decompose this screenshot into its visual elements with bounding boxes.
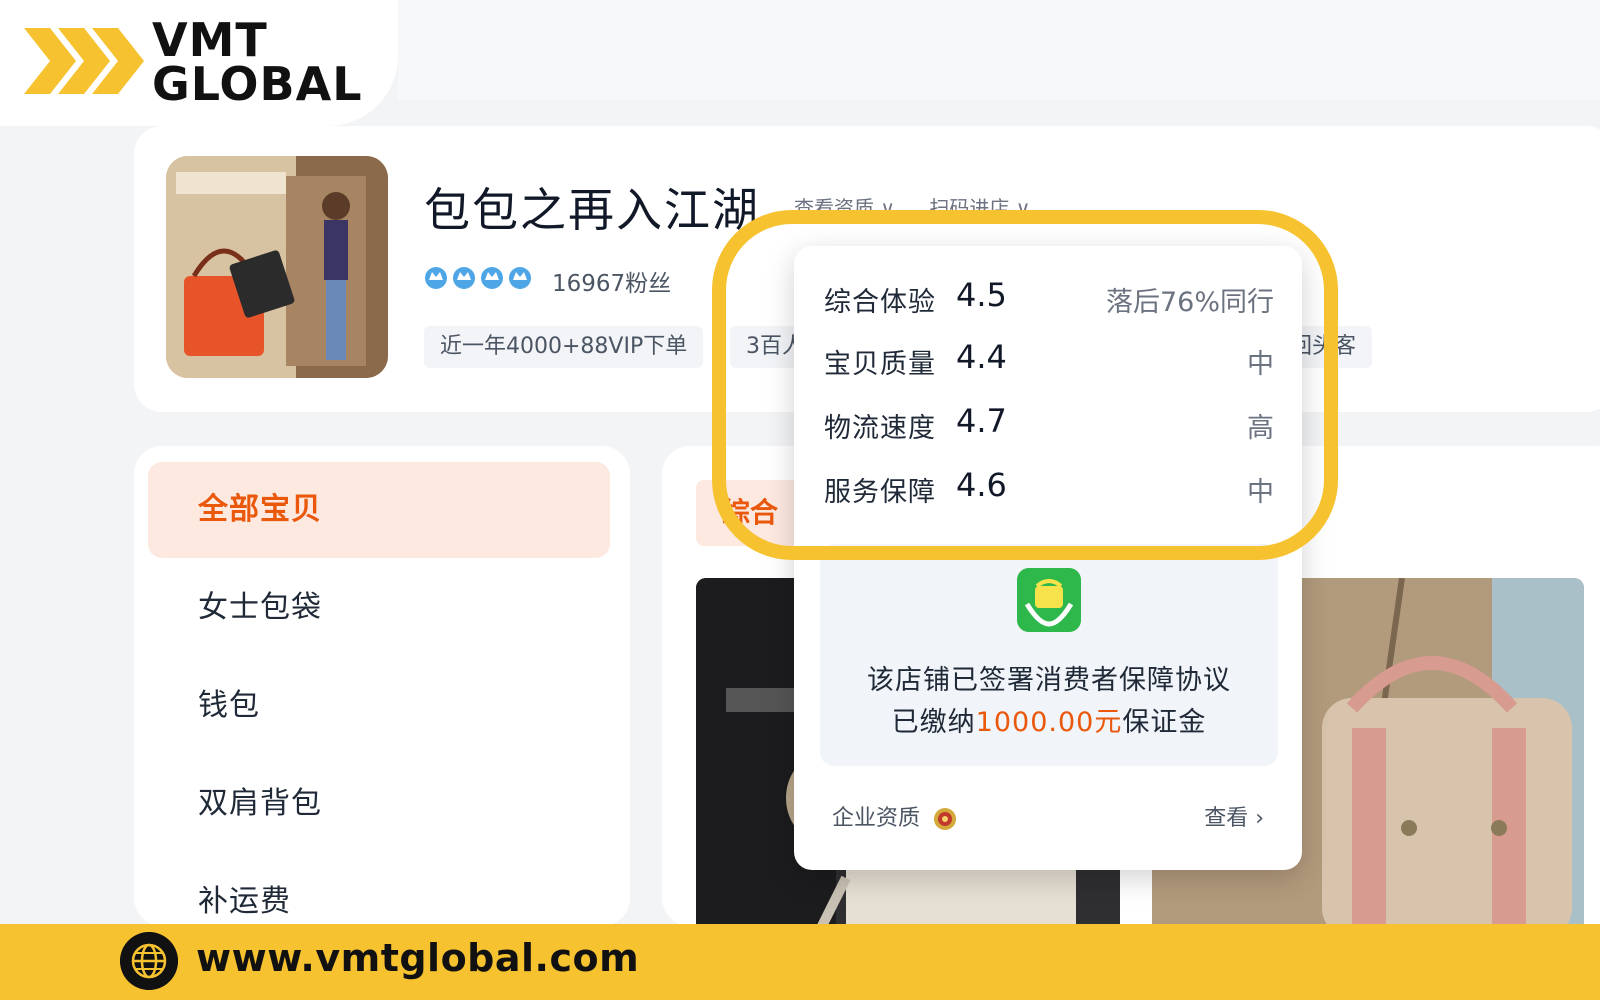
rating-note: 中: [1247, 477, 1274, 508]
crown-icon: [453, 267, 475, 289]
chevrons-logo-icon: [24, 28, 144, 94]
shop-tag: 近一年4000+88VIP下单: [424, 326, 704, 368]
category-item-womens-bags[interactable]: 女士包袋: [148, 560, 610, 656]
rating-label: 宝贝质量: [824, 349, 936, 380]
category-item-wallets[interactable]: 钱包: [148, 658, 610, 754]
enterprise-qualification[interactable]: 企业资质: [832, 800, 957, 832]
rating-value: 4.7: [956, 402, 1007, 440]
brand-logo: VMT GLOBAL: [0, 0, 398, 126]
sort-tab-comprehensive[interactable]: 综合: [696, 480, 806, 546]
deposit-amount: 1000.00元: [975, 707, 1123, 738]
crown-icon: [509, 267, 531, 289]
rating-value: 4.4: [956, 338, 1007, 376]
emblem-badge-icon: [934, 808, 957, 830]
scan-enter-shop-link[interactable]: 扫码进店 ∨: [929, 196, 1030, 220]
qualification-label: 企业资质: [832, 806, 921, 831]
brand-line1: VMT: [152, 13, 268, 67]
rating-label: 物流速度: [824, 413, 936, 444]
crown-icon: [481, 267, 503, 289]
rating-value: 4.6: [956, 466, 1007, 504]
deposit-prefix: 已缴纳: [891, 707, 976, 738]
guarantee-text: 该店铺已签署消费者保障协议: [867, 665, 1231, 696]
shop-avatar[interactable]: [166, 156, 388, 378]
deposit-suffix: 保证金: [1122, 707, 1207, 738]
rating-row-service: 服务保障 4.6 中: [824, 466, 1274, 508]
crown-icon: [425, 267, 447, 289]
consumer-guarantee-box: 该店铺已签署消费者保障协议 已缴纳1000.00元保证金: [820, 544, 1278, 766]
rating-note: 高: [1247, 413, 1274, 444]
category-item-all[interactable]: 全部宝贝: [148, 462, 610, 558]
shop-name: 包包之再入江湖: [424, 183, 760, 237]
view-qualification-link[interactable]: 查看资质 ∨: [794, 196, 895, 220]
rating-note: 落后76%同行: [1105, 287, 1274, 318]
brand-name: VMT GLOBAL: [152, 13, 363, 111]
top-bar-background: [398, 0, 1600, 100]
fans-count: 16967粉丝: [552, 271, 672, 297]
website-url[interactable]: www.vmtglobal.com: [196, 936, 639, 980]
shop-links: 查看资质 ∨ 扫码进店 ∨: [794, 192, 1058, 221]
rating-row-logistics: 物流速度 4.7 高: [824, 402, 1274, 444]
brand-line2: GLOBAL: [152, 57, 363, 111]
shop-level-crowns: [424, 264, 532, 290]
globe-icon: [120, 932, 178, 990]
view-link[interactable]: 查看 ›: [1204, 800, 1264, 832]
rating-label: 综合体验: [824, 287, 936, 318]
shield-bag-icon: [1017, 568, 1081, 632]
rating-row-quality: 宝贝质量 4.4 中: [824, 338, 1274, 380]
rating-row-overall: 综合体验 4.5 落后76%同行: [824, 276, 1274, 318]
shop-rating-popup: 综合体验 4.5 落后76%同行 宝贝质量 4.4 中 物流速度 4.7 高 服…: [794, 246, 1302, 870]
rating-value: 4.5: [956, 276, 1007, 314]
category-item-backpacks[interactable]: 双肩背包: [148, 756, 610, 852]
deposit-text: 已缴纳1000.00元保证金: [820, 700, 1278, 739]
footer-banner: www.vmtglobal.com: [0, 924, 1600, 1000]
rating-label: 服务保障: [824, 477, 936, 508]
rating-note: 中: [1247, 349, 1274, 380]
category-sidebar: 全部宝贝 女士包袋 钱包 双肩背包 补运费: [134, 446, 630, 926]
